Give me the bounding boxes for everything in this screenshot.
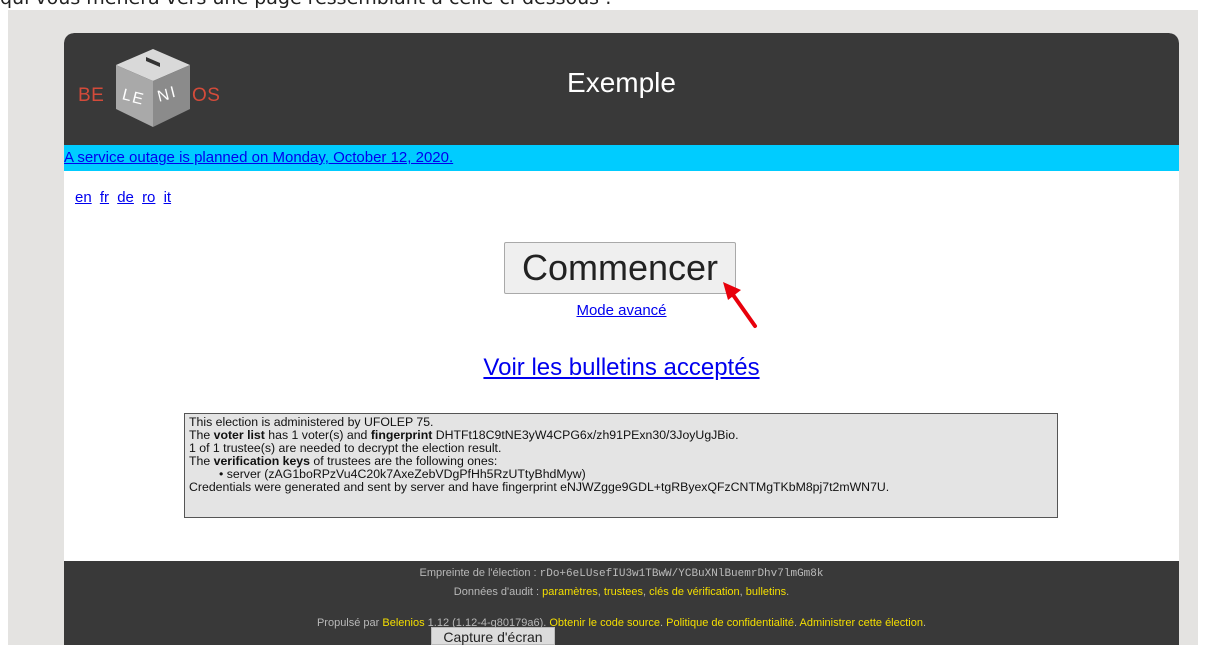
lang-link-fr[interactable]: fr [100, 189, 109, 206]
info-credentials-line: Credentials were generated and sent by s… [189, 480, 890, 494]
audit-trustees-link[interactable]: trustees [604, 586, 643, 598]
election-info-box: This election is administered by UFOLEP … [184, 413, 1058, 518]
lang-link-it[interactable]: it [164, 189, 172, 206]
accepted-ballots-link[interactable]: Voir les bulletins acceptés [483, 354, 759, 381]
language-switcher: en fr de ro it [75, 189, 175, 206]
page-footer: Empreinte de l'élection : rDo+6eLUsefIU3… [64, 561, 1179, 645]
outage-notice-link[interactable]: A service outage is planned on Monday, O… [64, 149, 453, 166]
footer-powered-line: Propulsé par Belenios 1.12 (1.12-4-g8017… [316, 617, 927, 629]
administer-election-link[interactable]: Administrer cette élection [799, 617, 923, 629]
start-button[interactable]: Commencer [504, 242, 736, 294]
page-header: L E N I BE OS Exemple [64, 33, 1179, 145]
lang-link-ro[interactable]: ro [142, 189, 155, 206]
footer-audit-line: Données d'audit : paramètres, trustees, … [453, 586, 790, 598]
advanced-mode-link[interactable]: Mode avancé [576, 302, 666, 319]
screenshot-caption-label: Capture d'écran [431, 627, 555, 645]
election-page: L E N I BE OS Exemple A service outage i… [64, 33, 1179, 645]
audit-parameters-link[interactable]: paramètres [542, 586, 598, 598]
source-code-link[interactable]: Obtenir le code source [549, 617, 660, 629]
lang-link-de[interactable]: de [117, 189, 134, 206]
page-title: Exemple [567, 67, 676, 98]
privacy-policy-link[interactable]: Politique de confidentialité [666, 617, 794, 629]
belenios-link[interactable]: Belenios [382, 617, 424, 629]
audit-ballots-link[interactable]: bulletins [746, 586, 786, 598]
ballots-container: Voir les bulletins acceptés [64, 354, 1179, 382]
election-fingerprint: rDo+6eLUsefIU3w1TBwW/YCBuXNlBuemrDhv7lmG… [539, 568, 824, 580]
outage-banner: A service outage is planned on Monday, O… [64, 145, 1179, 171]
document-caption: qui vous mènera vers une page ressemblan… [0, 0, 1206, 8]
advanced-mode-container: Mode avancé [64, 302, 1179, 319]
audit-verification-keys-link[interactable]: clés de vérification [649, 586, 740, 598]
footer-fingerprint-line: Empreinte de l'élection : rDo+6eLUsefIU3… [419, 567, 824, 580]
lang-link-en[interactable]: en [75, 189, 92, 206]
